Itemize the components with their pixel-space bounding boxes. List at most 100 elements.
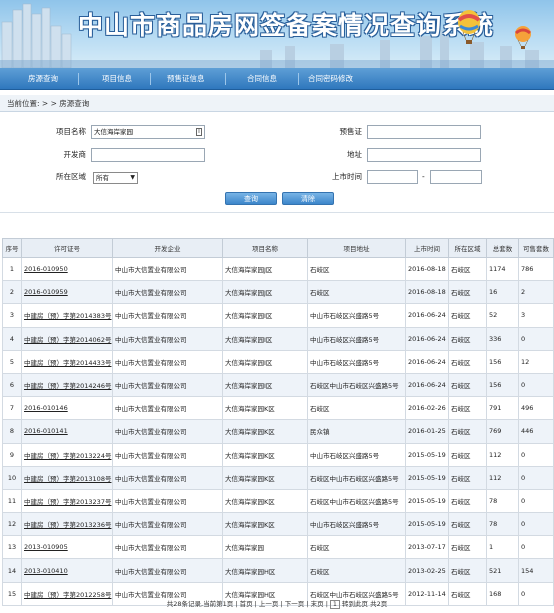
listing-time-cell: 2015-05-19 (405, 442, 449, 467)
permit-no-link[interactable]: 2013-010905 (24, 543, 68, 551)
listing-time-cell: 2016-08-18 (405, 280, 449, 305)
prev-page-link[interactable]: 上一页 (259, 600, 279, 608)
nav-item-listing-query[interactable]: 房源查询 (28, 68, 58, 90)
query-button[interactable]: 查询 (225, 192, 277, 205)
header-banner: 中山市商品房网签备案情况查询系统 (0, 0, 554, 68)
nav-item-project-info[interactable]: 项目信息 (102, 68, 132, 90)
project-address-cell: 中山市石岐区兴盛路5号 (307, 303, 406, 328)
project-address-cell: 中山市石岐区兴盛路5号 (307, 349, 406, 374)
permit-no-link[interactable]: 中建房（预）字第2013224号 (24, 452, 111, 460)
permit-no-cell: 中建房（预）字第2013108号 (21, 465, 113, 490)
small-balloon-icon (514, 26, 532, 54)
dropdown-arrow-icon: ▼ (130, 174, 135, 181)
search-form: 项目名称 大信海岸家园 I 开发商 所在区域 所有 ▼ 预售证 地址 上市时间 … (0, 115, 554, 212)
table-row: 13 2013-010905 中山市大信置业有限公司 大信海岸家园 石岐区 2013-07… (2, 535, 554, 560)
row-index: 4 (2, 326, 22, 351)
nav-item-presale-info[interactable]: 预售证信息 (167, 68, 205, 90)
project-name-cell: 大信海岸家园K区 (222, 465, 308, 490)
developer-cell: 中山市大信置业有限公司 (112, 280, 223, 305)
address-input[interactable] (367, 148, 481, 162)
col-header-index: 序号 (2, 238, 22, 258)
total-units-cell: 336 (486, 326, 519, 351)
permit-no-link[interactable]: 中建房（预）字第2014062号 (24, 336, 111, 344)
permit-no-link[interactable]: 中建房（预）字第2014433号 (24, 359, 111, 367)
input-method-icon: I (196, 128, 202, 136)
last-page-link[interactable]: 末页 (311, 600, 324, 608)
permit-no-link[interactable]: 2016-010141 (24, 427, 68, 435)
district-cell: 石岐区 (448, 512, 487, 537)
row-index: 10 (2, 465, 22, 490)
permit-no-link[interactable]: 2016-010959 (24, 288, 68, 296)
project-name-cell: 大信海岸家园H区 (222, 558, 308, 583)
table-row: 3 中建房（预）字第2014383号 中山市大信置业有限公司 大信海岸家园I区 中山市石… (2, 303, 554, 328)
listing-date-from-input[interactable] (367, 170, 418, 184)
permit-no-link[interactable]: 中建房（预）字第2013236号 (24, 521, 111, 529)
table-row: 2 2016-010959 中山市大信置业有限公司 大信海岸家园J区 石岐区 2016-0… (2, 280, 554, 305)
permit-no-link[interactable]: 2016-010146 (24, 404, 68, 412)
listing-time-cell: 2016-06-24 (405, 349, 449, 374)
row-index: 8 (2, 419, 22, 444)
permit-no-link[interactable]: 中建房（预）字第2014246号 (24, 382, 111, 390)
available-units-cell: 0 (518, 326, 554, 351)
nav-item-contract-password[interactable]: 合同密码修改 (308, 68, 353, 90)
permit-no-link[interactable]: 中建房（预）字第2013237号 (24, 498, 111, 506)
table-header-row: 序号 许可证号 开发企业 项目名称 项目地址 上市时间 所在区域 总套数 可售套… (2, 238, 554, 258)
developer-cell: 中山市大信置业有限公司 (112, 419, 223, 444)
project-address-cell: 石岐区 (307, 280, 406, 305)
permit-no-cell: 2016-010950 (21, 256, 113, 282)
goto-page-button[interactable]: 转到此页 (342, 600, 368, 608)
pagination: 共28条记录,当前第1页 | 首页 | 上一页 | 下一页 | 末页 | 1 转… (166, 599, 388, 609)
date-range-separator: - (422, 172, 425, 181)
permit-no-cell: 2016-010146 (21, 396, 113, 421)
permit-no-cell: 中建房（预）字第2014383号 (21, 303, 113, 328)
project-name-cell: 大信海岸家园I区 (222, 372, 308, 398)
project-name-input[interactable]: 大信海岸家园 I (91, 125, 205, 139)
row-index: 11 (2, 488, 22, 514)
first-page-link[interactable]: 首页 (240, 600, 253, 608)
permit-no-cell: 中建房（预）字第2013237号 (21, 488, 113, 514)
district-cell: 石岐区 (448, 280, 487, 305)
project-address-cell: 中山市石岐区兴盛路5号 (307, 326, 406, 351)
district-cell: 石岐区 (448, 303, 487, 328)
district-cell: 石岐区 (448, 419, 487, 444)
permit-no-link[interactable]: 2016-010950 (24, 265, 68, 273)
developer-cell: 中山市大信置业有限公司 (112, 488, 223, 514)
presale-permit-input[interactable] (367, 125, 481, 139)
developer-cell: 中山市大信置业有限公司 (112, 465, 223, 490)
permit-no-link[interactable]: 2013-010410 (24, 567, 68, 575)
project-address-cell: 中山市石岐区兴盛路5号 (307, 512, 406, 537)
project-address-cell: 石岐区中山市石岐区兴盛路5号 (307, 488, 406, 514)
available-units-cell: 496 (518, 396, 554, 421)
district-select[interactable]: 所有 ▼ (93, 172, 138, 184)
total-units-cell: 1 (486, 535, 519, 560)
listing-time-cell: 2016-06-24 (405, 303, 449, 328)
total-units-cell: 112 (486, 465, 519, 490)
available-units-cell: 446 (518, 419, 554, 444)
district-cell: 石岐区 (448, 372, 487, 398)
permit-no-cell: 中建房（预）字第2014246号 (21, 372, 113, 398)
page-number-input[interactable]: 1 (329, 599, 340, 609)
total-units-cell: 16 (486, 280, 519, 305)
listing-date-to-input[interactable] (430, 170, 482, 184)
permit-no-link[interactable]: 中建房（预）字第2013108号 (24, 475, 111, 483)
permit-no-link[interactable]: 中建房（预）字第2014383号 (24, 312, 111, 320)
district-cell: 石岐区 (448, 256, 487, 282)
project-name-cell: 大信海岸家园J区 (222, 256, 308, 282)
developer-cell: 中山市大信置业有限公司 (112, 512, 223, 537)
district-cell: 石岐区 (448, 558, 487, 583)
nav-item-contract-info[interactable]: 合同信息 (247, 68, 277, 90)
next-page-link[interactable]: 下一页 (285, 600, 305, 608)
developer-cell: 中山市大信置业有限公司 (112, 535, 223, 560)
main-nav: 房源查询 项目信息 预售证信息 合同信息 合同密码修改 (0, 68, 554, 90)
permit-no-cell: 中建房（预）字第2013224号 (21, 442, 113, 467)
listing-time-cell: 2015-05-19 (405, 488, 449, 514)
project-address-cell: 石岐区 (307, 558, 406, 583)
district-label: 所在区域 (56, 172, 86, 181)
clear-button[interactable]: 清除 (282, 192, 334, 205)
col-header-available-units: 可售套数 (518, 238, 554, 258)
row-index: 1 (2, 256, 22, 282)
listing-time-cell: 2013-07-17 (405, 535, 449, 560)
available-units-cell: 0 (518, 535, 554, 560)
developer-input[interactable] (91, 148, 205, 162)
row-index: 3 (2, 303, 22, 328)
